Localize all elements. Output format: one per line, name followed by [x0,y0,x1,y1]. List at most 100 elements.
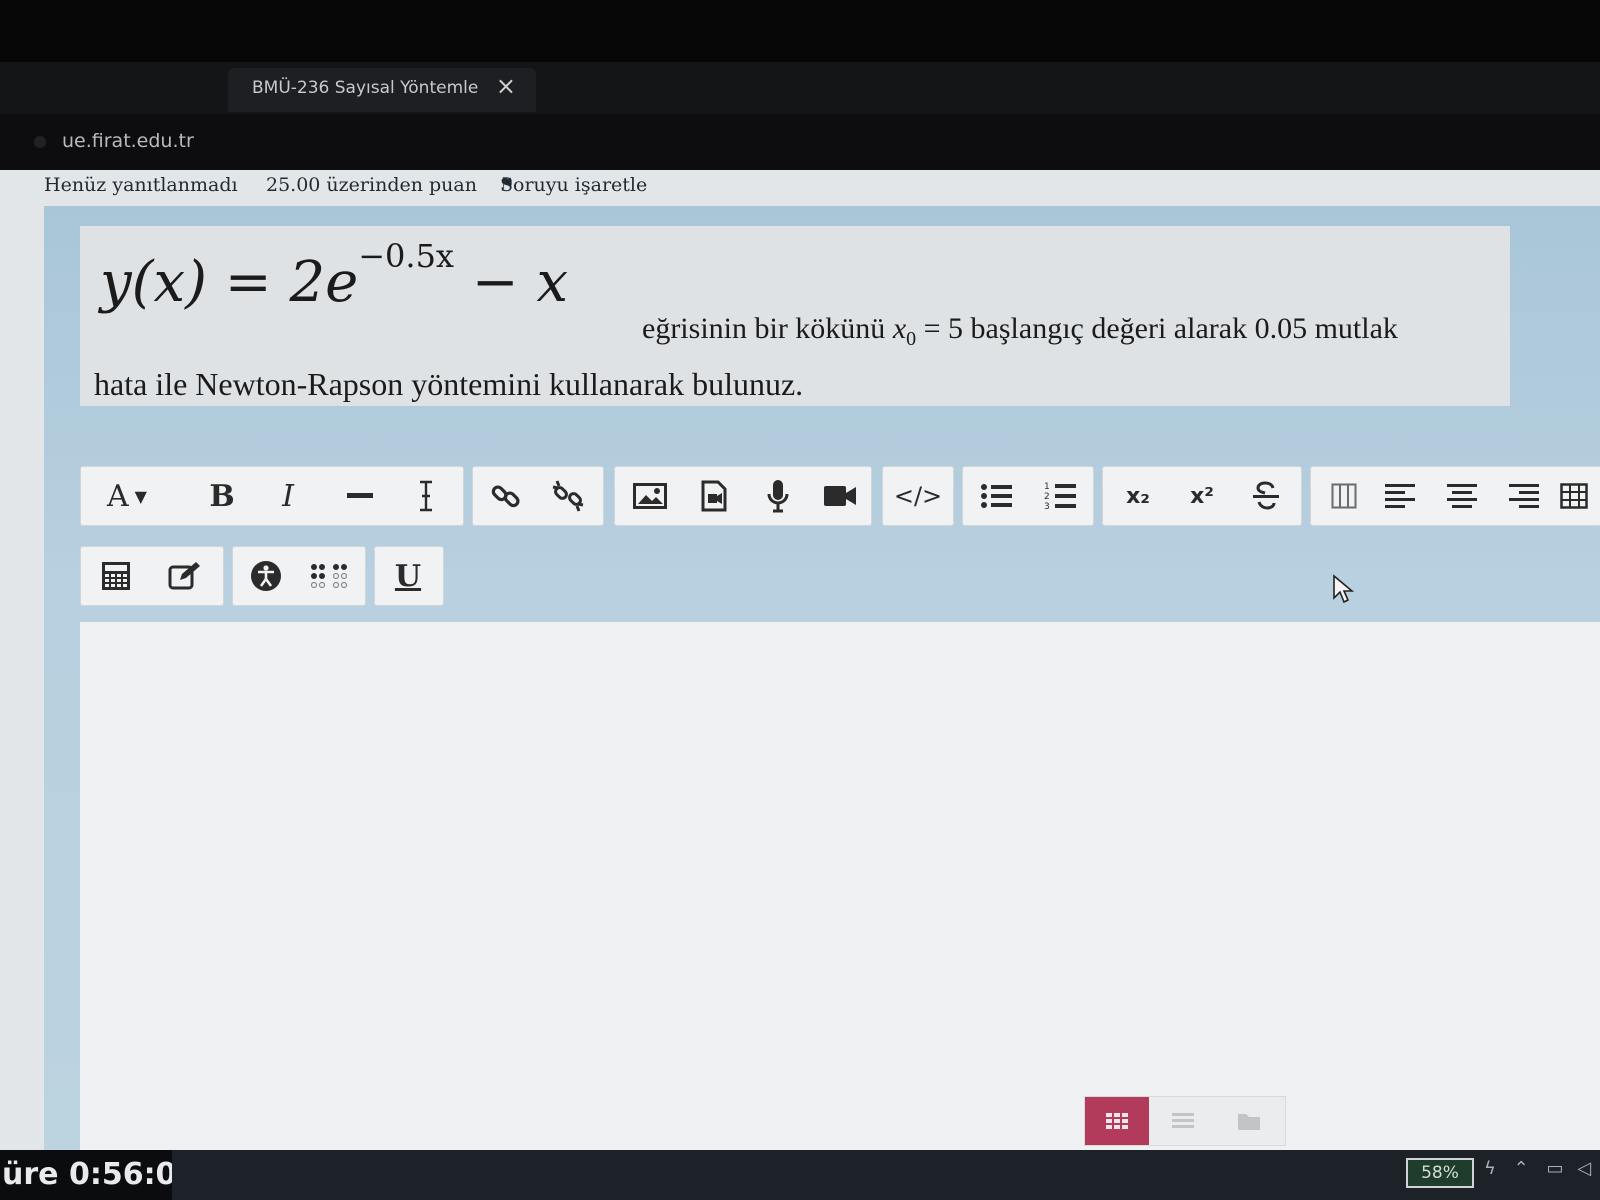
strikethrough-button[interactable] [1235,467,1297,525]
italic-button[interactable]: I [257,467,319,525]
underline-button[interactable]: U [377,547,439,605]
x0-subscript: 0 [906,328,917,350]
horizontal-rule-icon [347,493,373,498]
bold-button[interactable]: B [191,467,253,525]
toolbar-group-underline: U [374,546,444,606]
align-left-icon [1385,484,1415,508]
svg-text:1: 1 [1044,482,1050,492]
edit-equation-button[interactable] [153,547,215,605]
answer-editor[interactable] [80,622,1600,1152]
flag-question-label: Soruyu işaretle [500,174,648,196]
formula-tail: − x [453,250,569,315]
folder-icon [1238,1114,1260,1130]
unlink-icon [552,480,584,512]
toolbar-group-link [472,466,604,526]
x0-variable: x [892,312,907,345]
columns-icon [1331,483,1357,509]
browser-chrome: BMÜ-236 Sayısal Yöntemle × ue.firat.edu.… [0,0,1600,170]
align-center-button[interactable] [1431,467,1493,525]
accessibility-checker-button[interactable] [235,547,297,605]
edit-icon [168,562,200,590]
braille-icon [310,564,348,589]
question-formula: y(x) = 2e−0.5x − x [100,237,569,315]
html-source-button[interactable]: </> [887,467,949,525]
horizontal-rule-button[interactable] [329,467,391,525]
question-text-box: y(x) = 2e−0.5x − x eğrisinin bir kökünü … [80,226,1510,406]
system-tray: ϟ ⌃ ▭ ◁ [1484,1158,1591,1179]
power-icon[interactable]: ϟ [1484,1158,1496,1179]
svg-text:2: 2 [1044,492,1050,502]
image-icon [633,483,667,509]
question-text-part: eğrisinin bir kökünü [642,312,893,345]
columns-button[interactable] [1313,467,1375,525]
table-icon [1560,483,1588,509]
calculator-icon [102,562,130,590]
bold-icon: B [209,478,235,514]
question-status: Henüz yanıtlanmadı [44,174,238,196]
numbered-list-icon: 123 [1044,482,1076,511]
site-info-icon[interactable] [34,136,46,148]
list-view-button[interactable] [1151,1097,1215,1145]
page: Henüz yanıtlanmadı 25.00 üzerinden puan … [0,170,1600,1152]
strikethrough-icon [1253,481,1279,510]
subscript-icon: x₂ [1126,483,1150,509]
record-audio-button[interactable] [747,467,809,525]
align-left-button[interactable] [1369,467,1431,525]
question-text-line2: hata ile Newton-Rapson yöntemini kullana… [94,366,804,402]
toolbar-group-lists: 123 [962,466,1094,526]
folder-view-button[interactable] [1217,1097,1281,1145]
tab-active[interactable]: BMÜ-236 Sayısal Yöntemle × [228,68,536,112]
italic-icon: I [282,478,294,514]
chevron-down-icon: ▼ [134,486,147,506]
record-video-button[interactable] [809,467,871,525]
question-panel: y(x) = 2e−0.5x − x eğrisinin bir kökünü … [44,206,1600,1152]
formula-lhs: y(x) = 2e [100,250,359,315]
superscript-icon: x² [1190,483,1214,509]
toolbar-group-accessibility [232,546,366,606]
insert-table-button[interactable] [1547,467,1600,525]
question-text-part: = 5 başlangıç değeri alarak 0.05 mutlak [916,312,1398,345]
formula-exponent: −0.5x [358,237,454,276]
bullet-list-button[interactable] [965,467,1027,525]
media-file-icon [701,480,727,512]
network-icon[interactable]: ▭ [1546,1158,1563,1179]
toolbar-group-code: </> [882,466,954,526]
question-text-line1: eğrisinin bir kökünü x0 = 5 başlangıç de… [642,312,1398,351]
underline-icon: U [394,558,422,594]
screen-reader-helper-button[interactable] [299,547,361,605]
grid-view-button[interactable] [1085,1097,1149,1145]
tab-title: BMÜ-236 Sayısal Yöntemle [252,78,479,98]
toolbar-group-align [1310,466,1600,526]
insert-media-button[interactable] [683,467,745,525]
unlink-button[interactable] [537,467,599,525]
battery-indicator[interactable]: 58% [1406,1158,1474,1188]
editor-toolbar: A ▼ B I </> 1 2 3 x₂ x² U [80,466,1600,616]
remaining-time: üre 0:56:00 [0,1150,172,1200]
calculator-button[interactable] [85,547,147,605]
text-cursor-button[interactable] [395,467,457,525]
numbered-list-button[interactable]: 123 [1029,467,1091,525]
os-taskbar [0,1150,1600,1200]
font-color-button[interactable]: A ▼ [85,467,169,525]
subscript-button[interactable]: x₂ [1107,467,1169,525]
video-camera-icon [824,486,856,506]
insert-image-button[interactable] [619,467,681,525]
microphone-icon [767,480,789,513]
toolbar-group-text: A ▼ B I [80,466,464,526]
volume-icon[interactable]: ◁ [1577,1158,1591,1179]
bullet-list-icon [981,484,1012,508]
align-right-icon [1509,484,1539,508]
align-right-button[interactable] [1493,467,1555,525]
toolbar-group-script: x₂ x² [1102,466,1302,526]
html-code-icon: </> [893,482,943,510]
align-center-icon [1447,484,1477,508]
grid-icon [1106,1113,1128,1129]
chevron-up-icon[interactable]: ⌃ [1514,1158,1529,1179]
superscript-button[interactable]: x² [1171,467,1233,525]
address-bar[interactable]: ue.firat.edu.tr [0,114,1600,170]
link-button[interactable] [475,467,537,525]
toolbar-group-media [614,466,872,526]
svg-text:3: 3 [1044,502,1050,511]
close-icon[interactable]: × [496,74,516,98]
accessibility-icon [251,561,281,591]
